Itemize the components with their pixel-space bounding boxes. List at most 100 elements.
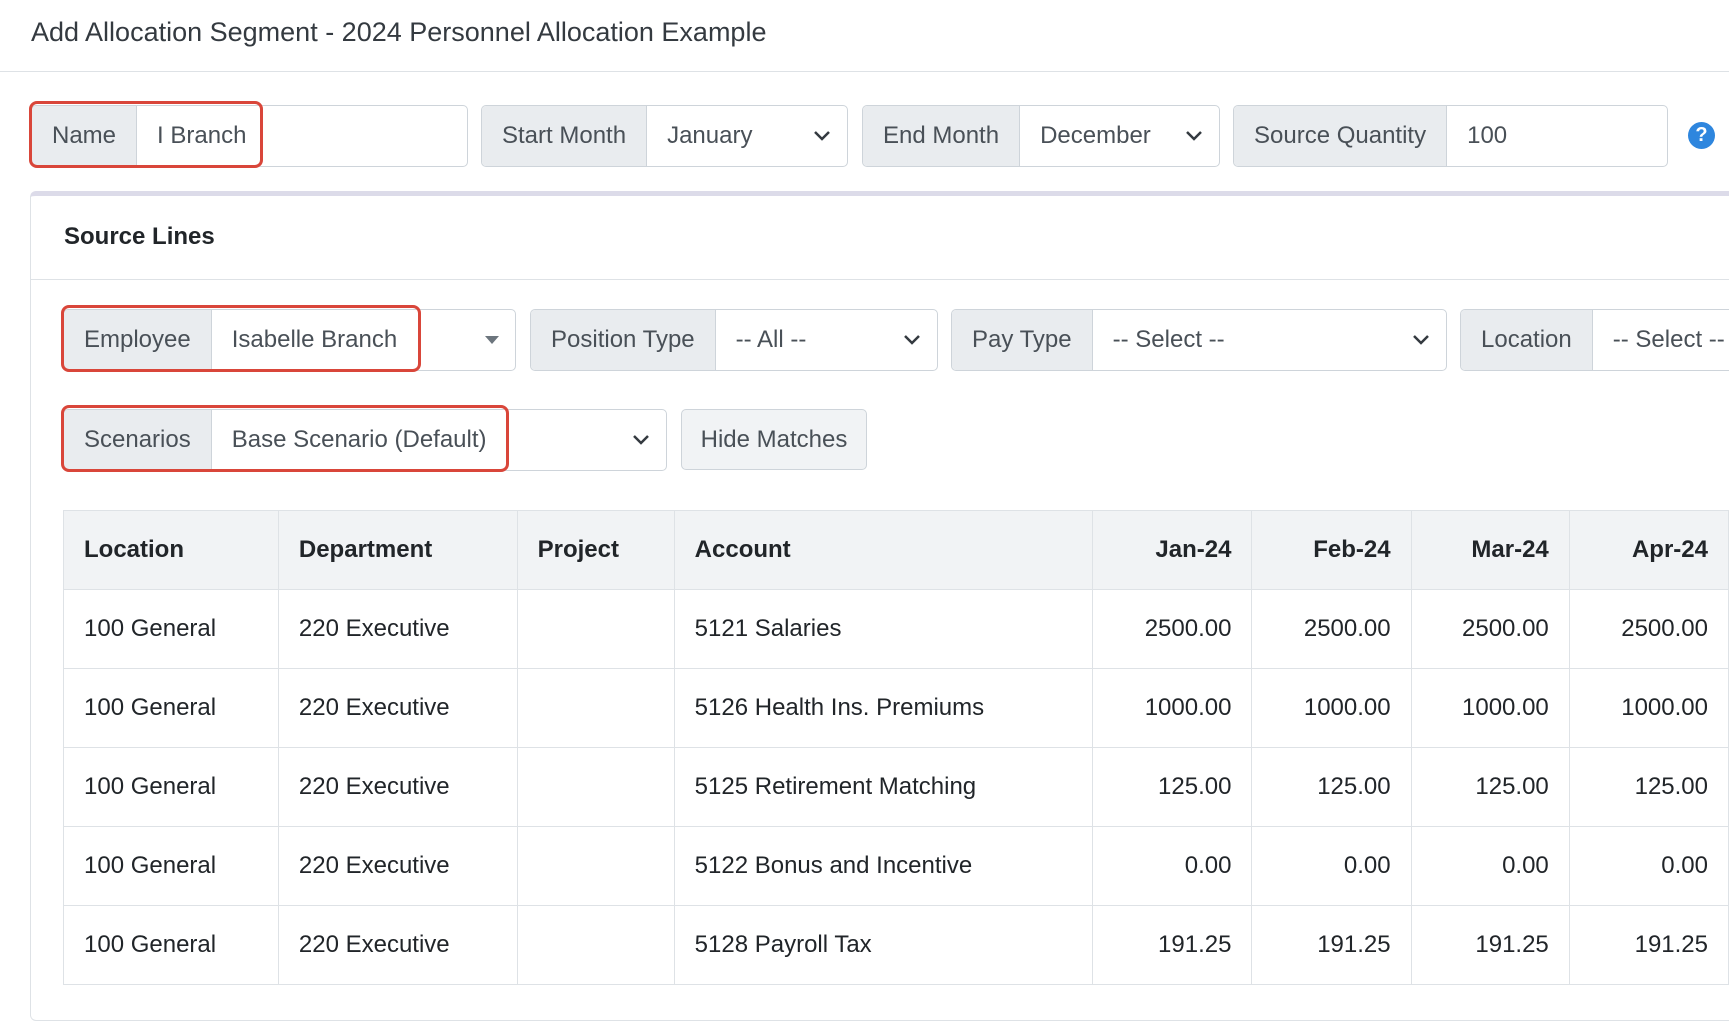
location-label: Location <box>1461 310 1593 370</box>
pay-type-value: -- Select -- <box>1112 326 1225 353</box>
employee-value: Isabelle Branch <box>231 326 398 353</box>
table-row[interactable]: 100 General 220 Executive 5122 Bonus and… <box>63 826 1729 906</box>
chevron-down-icon <box>633 435 649 445</box>
account-cell: 5121 Salaries <box>673 589 1094 669</box>
department-cell: 220 Executive <box>277 826 518 906</box>
pay-type-filter-group: Pay Type -- Select -- <box>951 309 1447 371</box>
column-header[interactable]: Account <box>673 510 1094 590</box>
column-header[interactable]: Apr-24 <box>1568 510 1729 590</box>
location-cell: 100 General <box>63 905 279 985</box>
employee-filter-group: Employee Isabelle Branch <box>63 309 516 371</box>
table-row[interactable]: 100 General 220 Executive 5121 Salaries … <box>63 589 1729 669</box>
source-lines-header: Source Lines <box>31 196 1729 280</box>
location-select[interactable]: -- Select -- <box>1593 310 1729 370</box>
source-lines-title: Source Lines <box>64 223 215 250</box>
table-row[interactable]: 100 General 220 Executive 5125 Retiremen… <box>63 747 1729 827</box>
month-value-cell: 125.00 <box>1410 747 1570 827</box>
department-cell: 220 Executive <box>277 668 518 748</box>
location-filter-group: Location -- Select -- <box>1460 309 1729 371</box>
name-input[interactable]: I Branch <box>137 106 467 166</box>
month-value-cell: 125.00 <box>1092 747 1253 827</box>
table-row[interactable]: 100 General 220 Executive 5128 Payroll T… <box>63 905 1729 985</box>
project-cell <box>516 905 675 985</box>
position-type-filter-group: Position Type -- All -- <box>530 309 938 371</box>
position-type-value: -- All -- <box>735 326 807 353</box>
column-header[interactable]: Department <box>277 510 518 590</box>
position-type-select[interactable]: -- All -- <box>716 310 937 370</box>
account-cell: 5125 Retirement Matching <box>673 747 1094 827</box>
month-value-cell: 125.00 <box>1251 747 1412 827</box>
month-value-cell: 191.25 <box>1251 905 1412 985</box>
hide-matches-button[interactable]: Hide Matches <box>681 409 867 470</box>
month-value-cell: 191.25 <box>1092 905 1253 985</box>
chevron-down-icon <box>1413 335 1429 345</box>
scenarios-filter-group: Scenarios Base Scenario (Default) <box>63 409 667 471</box>
month-value-cell: 191.25 <box>1568 905 1729 985</box>
end-month-value: December <box>1040 122 1151 149</box>
source-quantity-label: Source Quantity <box>1234 106 1448 166</box>
location-cell: 100 General <box>63 668 279 748</box>
position-type-label: Position Type <box>531 310 716 370</box>
end-month-select[interactable]: December <box>1020 106 1219 166</box>
month-value-cell: 0.00 <box>1251 826 1412 906</box>
project-cell <box>516 589 675 669</box>
caret-down-icon <box>485 336 499 344</box>
department-cell: 220 Executive <box>277 589 518 669</box>
page-title: Add Allocation Segment - 2024 Personnel … <box>31 17 767 47</box>
column-header[interactable]: Jan-24 <box>1092 510 1253 590</box>
month-value-cell: 191.25 <box>1410 905 1570 985</box>
month-value-cell: 2500.00 <box>1568 589 1729 669</box>
start-month-value: January <box>667 122 753 149</box>
month-value-cell: 1000.00 <box>1092 668 1253 748</box>
source-quantity-input[interactable]: 100 <box>1447 106 1667 166</box>
chevron-down-icon <box>814 131 830 141</box>
project-cell <box>516 747 675 827</box>
start-month-group: Start Month January <box>481 105 848 167</box>
scenarios-select[interactable]: Base Scenario (Default) <box>212 410 666 470</box>
month-value-cell: 2500.00 <box>1410 589 1570 669</box>
scenarios-value: Base Scenario (Default) <box>231 426 487 453</box>
department-cell: 220 Executive <box>277 747 518 827</box>
project-cell <box>516 668 675 748</box>
location-cell: 100 General <box>63 747 279 827</box>
project-cell <box>516 826 675 906</box>
help-icon[interactable]: ? <box>1688 122 1715 149</box>
table-header-row: Location Department Project Account Jan-… <box>63 510 1729 590</box>
page-header: Add Allocation Segment - 2024 Personnel … <box>0 0 1729 72</box>
account-cell: 5122 Bonus and Incentive <box>673 826 1094 906</box>
month-value-cell: 125.00 <box>1568 747 1729 827</box>
location-cell: 100 General <box>63 589 279 669</box>
month-value-cell: 0.00 <box>1410 826 1570 906</box>
end-month-label: End Month <box>863 106 1021 166</box>
employee-label: Employee <box>64 310 212 370</box>
chevron-down-icon <box>1186 131 1202 141</box>
end-month-group: End Month December <box>862 105 1220 167</box>
table-row[interactable]: 100 General 220 Executive 5126 Health In… <box>63 668 1729 748</box>
month-value-cell: 1000.00 <box>1410 668 1570 748</box>
account-cell: 5128 Payroll Tax <box>673 905 1094 985</box>
name-field-group: Name I Branch <box>31 105 468 167</box>
column-header[interactable]: Location <box>63 510 279 590</box>
month-value-cell: 2500.00 <box>1092 589 1253 669</box>
name-label: Name <box>32 106 138 166</box>
account-cell: 5126 Health Ins. Premiums <box>673 668 1094 748</box>
source-lines-table: Location Department Project Account Jan-… <box>63 510 1729 985</box>
location-cell: 100 General <box>63 826 279 906</box>
column-header[interactable]: Mar-24 <box>1410 510 1570 590</box>
scenarios-label: Scenarios <box>64 410 212 470</box>
month-value-cell: 0.00 <box>1092 826 1253 906</box>
department-cell: 220 Executive <box>277 905 518 985</box>
start-month-label: Start Month <box>482 106 648 166</box>
month-value-cell: 1000.00 <box>1568 668 1729 748</box>
column-header[interactable]: Project <box>516 510 675 590</box>
start-month-select[interactable]: January <box>647 106 847 166</box>
employee-select[interactable]: Isabelle Branch <box>212 310 515 370</box>
column-header[interactable]: Feb-24 <box>1251 510 1412 590</box>
pay-type-select[interactable]: -- Select -- <box>1093 310 1446 370</box>
source-quantity-group: Source Quantity 100 <box>1233 105 1668 167</box>
month-value-cell: 0.00 <box>1568 826 1729 906</box>
month-value-cell: 2500.00 <box>1251 589 1412 669</box>
pay-type-label: Pay Type <box>952 310 1093 370</box>
chevron-down-icon <box>904 335 920 345</box>
month-value-cell: 1000.00 <box>1251 668 1412 748</box>
